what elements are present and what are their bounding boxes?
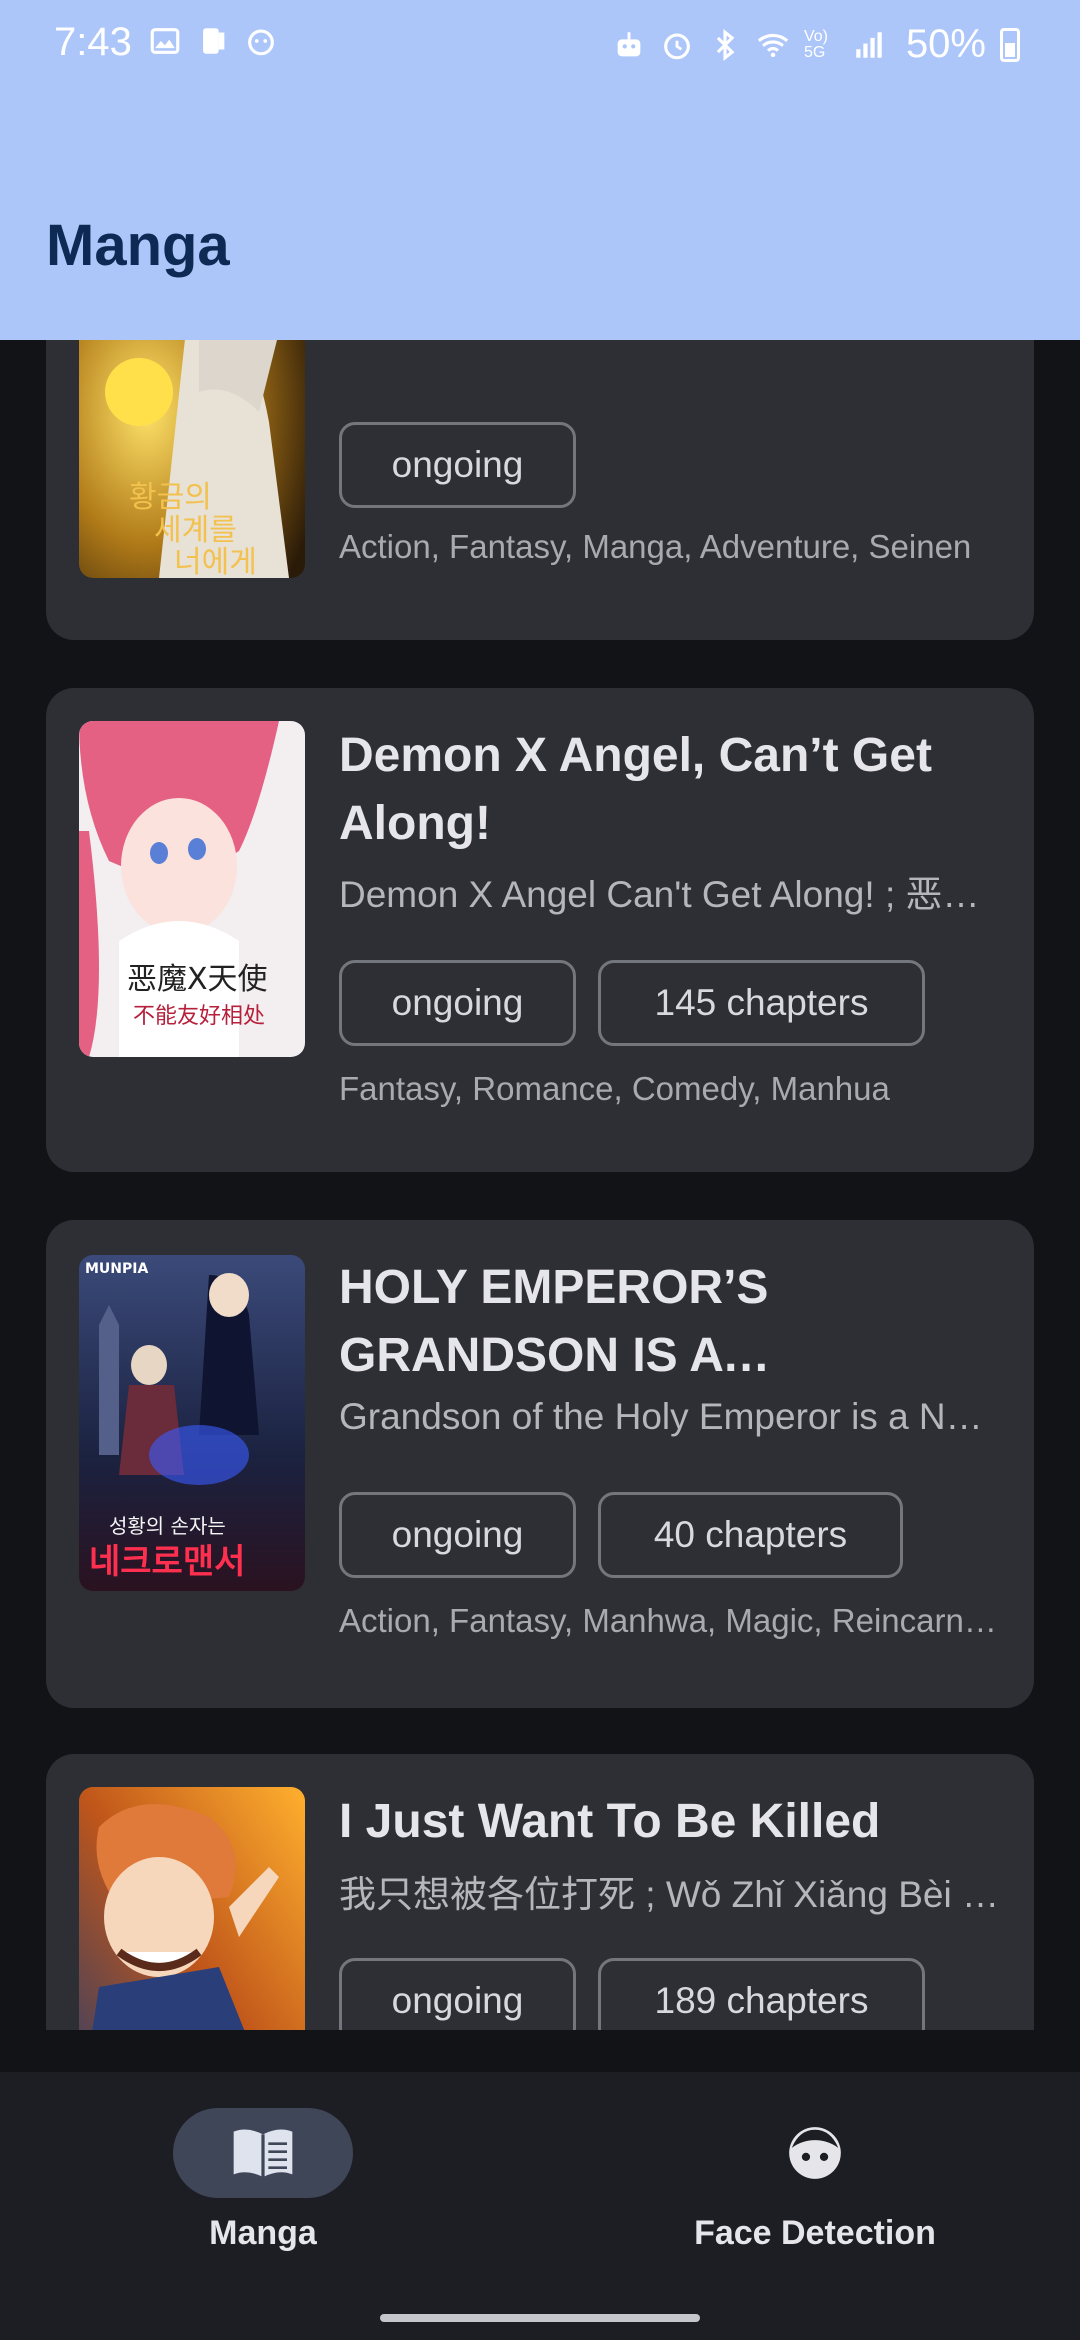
nav-icon-container <box>725 2108 905 2198</box>
cover-publisher: MUNPIA <box>85 1261 148 1277</box>
manga-alt-title: Demon X Angel Can't Get Along! ; 恶魔X天使 不… <box>339 874 999 915</box>
genres-text: Action, Fantasy, Manga, Adventure, Seine… <box>339 528 972 565</box>
nav-label: Face Detection <box>694 2214 936 2252</box>
manga-cover <box>79 1787 305 2030</box>
manga-title: HOLY EMPEROR’S GRANDSON IS A NECROMANCER <box>339 1261 769 1382</box>
top-app-bar: 7:43 Vo) 5G 50% Manga <box>0 0 1080 340</box>
status-chip[interactable]: ongoing <box>339 960 576 1046</box>
network-label: Vo) 5G <box>803 27 828 61</box>
manga-card[interactable]: 恶魔X天使 不能友好相处 Demon X Angel, Can’t Get Al… <box>46 688 1034 1172</box>
chapters-chip[interactable]: 40 chapters <box>598 1492 903 1578</box>
manga-alt-title: 我只想被各位打死 ; Wǒ Zhǐ Xiǎng Bèi Gèwèi Dǎ Sǐ <box>339 1874 999 1915</box>
manga-alt-title: Grandson of the Holy Emperor is a Necrom… <box>339 1396 999 1437</box>
cover-title-line: 恶魔X天使 <box>127 962 268 997</box>
cover-title-line: 네크로맨서 <box>89 1542 245 1582</box>
manga-title: I Just Want To Be Killed <box>339 1795 881 1848</box>
gesture-bar[interactable] <box>380 2314 700 2322</box>
cover-title-line: 성황의 손자는 <box>109 1514 226 1538</box>
manga-cover: MUNPIA 성황의 손자는 네크로맨서 <box>79 1255 305 1591</box>
cover-title-line: 不能友好相处 <box>133 1004 265 1029</box>
sim-icon <box>203 28 225 54</box>
app-notification-icon <box>248 29 274 56</box>
cover-title-line: 황금의 <box>129 480 212 515</box>
nav-active-indicator <box>173 2108 353 2198</box>
signal-icon <box>856 31 882 58</box>
cover-title-line: 세계를 <box>154 513 237 548</box>
face-icon <box>789 2127 841 2179</box>
cover-title-line: 너에게 <box>174 545 257 578</box>
alarm-icon <box>664 33 690 59</box>
bottom-navigation: Manga Face Detection <box>0 2072 1080 2340</box>
manga-title: Demon X Angel, Can’t Get Along! <box>339 729 932 850</box>
chapters-chip[interactable]: 189 chapters <box>598 1958 925 2030</box>
manga-list[interactable]: 황금의 세계를 너에게 ongoing Action, Fantasy, Man… <box>0 340 1080 2030</box>
nav-label: Manga <box>209 2214 317 2252</box>
bluetooth-icon <box>716 28 735 61</box>
manga-card[interactable]: MUNPIA 성황의 손자는 네크로맨서 HOLY EMPEROR’S GRAN… <box>46 1220 1034 1708</box>
manga-cover: 恶魔X天使 不能友好相处 <box>79 721 305 1057</box>
manga-cover: 황금의 세계를 너에게 <box>79 340 305 578</box>
gallery-icon <box>150 28 180 54</box>
battery-icon <box>1000 27 1020 62</box>
genres-text: Action, Fantasy, Manhwa, Magic, Reincarn… <box>339 1602 999 1639</box>
status-chip[interactable]: ongoing <box>339 1958 576 2030</box>
chapters-chip[interactable]: 145 chapters <box>598 960 925 1046</box>
nav-item-manga[interactable]: Manga <box>113 2108 413 2253</box>
book-icon <box>233 2129 293 2177</box>
nav-item-face-detection[interactable]: Face Detection <box>665 2108 965 2253</box>
genres-text: Fantasy, Romance, Comedy, Manhua <box>339 1070 890 1107</box>
status-time: 7:43 <box>54 20 132 64</box>
page-title: Manga <box>46 213 230 278</box>
status-bar: 7:43 Vo) 5G 50% <box>0 0 1080 90</box>
wifi-icon <box>757 33 789 57</box>
status-chip[interactable]: ongoing <box>339 422 576 508</box>
android-icon <box>617 31 641 56</box>
manga-card[interactable]: I Just Want To Be Killed 我只想被各位打死 ; Wǒ Z… <box>46 1754 1034 2030</box>
manga-card[interactable]: 황금의 세계를 너에게 ongoing Action, Fantasy, Man… <box>46 340 1034 640</box>
battery-percent: 50% <box>905 22 986 66</box>
status-chip[interactable]: ongoing <box>339 1492 576 1578</box>
